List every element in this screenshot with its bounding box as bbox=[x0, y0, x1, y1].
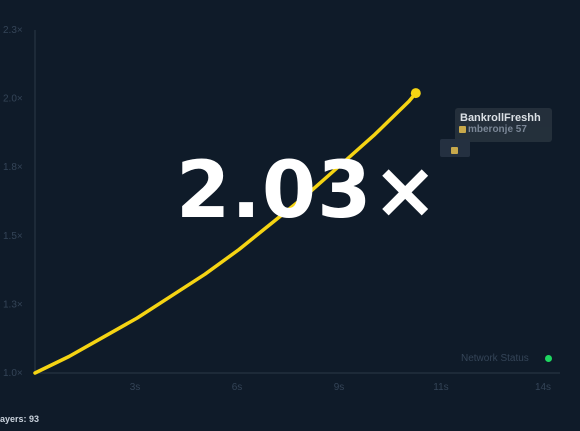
y-tick-label: 1.3× bbox=[3, 299, 23, 310]
crash-game-stage: 3s 6s 9s 11s 14s 1.0× 1.3× 1.5× 1.8× 2.0× 2.3× 2.… bbox=[0, 0, 580, 431]
y-tick-label: 1.5× bbox=[3, 231, 23, 242]
current-multiplier: 2.03× bbox=[176, 146, 439, 236]
curve-head-dot bbox=[410, 88, 421, 99]
y-axis-ticks: 1.0× 1.3× 1.5× 1.8× 2.0× 2.3× bbox=[3, 25, 23, 379]
player-name: mberonje bbox=[468, 124, 514, 135]
y-tick-label: 1.0× bbox=[3, 368, 23, 379]
y-tick-label: 2.3× bbox=[3, 25, 23, 36]
x-tick-label: 11s bbox=[433, 382, 448, 393]
player-name-suffix: 57 bbox=[515, 124, 527, 135]
x-tick-label: 9s bbox=[334, 382, 345, 393]
player-cashout-card-tertiary bbox=[440, 139, 470, 157]
x-tick-label: 6s bbox=[232, 382, 243, 393]
player-name: BankrollFreshh bbox=[460, 112, 541, 124]
x-tick-label: 14s bbox=[535, 382, 551, 393]
x-tick-label: 3s bbox=[130, 382, 141, 393]
players-count: ayers: 93 bbox=[0, 414, 40, 424]
network-status-dot-icon bbox=[545, 355, 552, 362]
player-avatar-icon bbox=[459, 125, 466, 133]
x-axis-ticks: 3s 6s 9s 11s 14s bbox=[130, 382, 551, 393]
player-cashout-card-secondary: mberonje 57 bbox=[459, 124, 527, 135]
network-status-label: Network Status bbox=[461, 353, 529, 364]
y-tick-label: 2.0× bbox=[3, 94, 23, 105]
y-tick-label: 1.8× bbox=[3, 162, 23, 173]
player-avatar-icon bbox=[451, 146, 458, 154]
